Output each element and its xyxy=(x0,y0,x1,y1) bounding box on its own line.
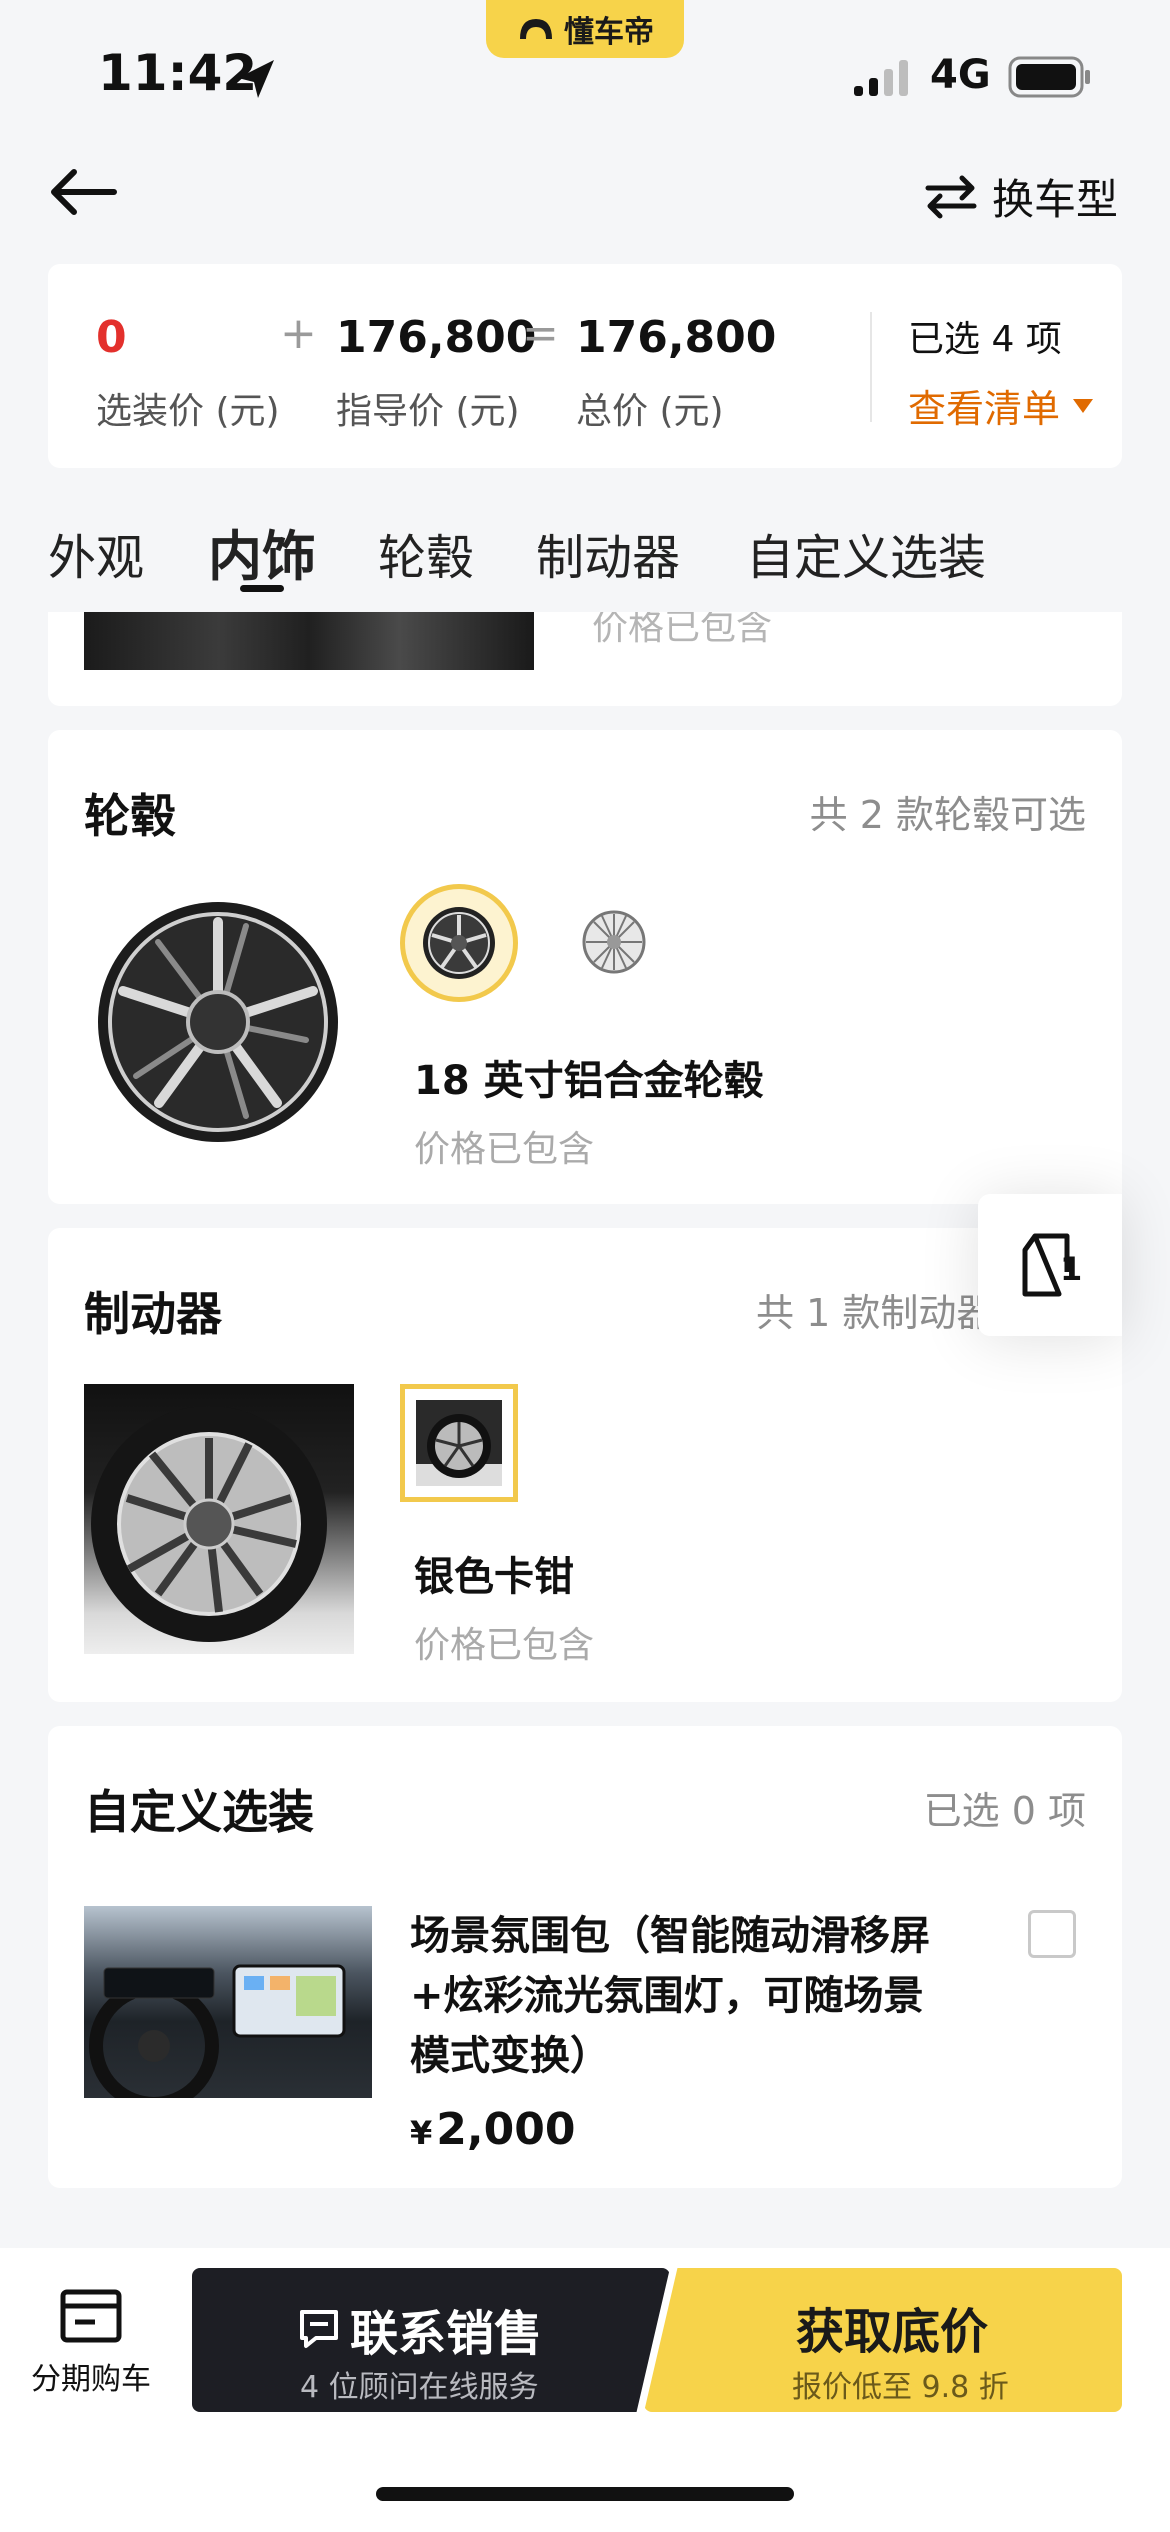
currency-symbol: ¥ xyxy=(410,2114,433,2152)
location-arrow-icon xyxy=(238,60,274,98)
floating-compare-button[interactable]: 1 xyxy=(978,1194,1122,1336)
custom-item-price-value: 2,000 xyxy=(436,2104,576,2155)
brand-pill: 懂车帝 xyxy=(486,0,684,58)
custom-item-price: ¥ 2,000 xyxy=(410,2104,575,2155)
custom-item-name: 场景氛围包（智能随动滑移屏 +炫彩流光氛围灯，可随场景 模式变换） xyxy=(410,1906,1030,2086)
total-price-label: 总价 (元) xyxy=(576,391,724,432)
quote-subtitle: 报价低至 9.8 折 xyxy=(792,2370,1009,2405)
installment-button[interactable]: 分期购车 xyxy=(26,2288,156,2398)
tab-custom-options[interactable]: 自定义选装 xyxy=(746,518,986,588)
view-list-button[interactable]: 查看清单 xyxy=(908,378,1094,433)
caret-down-icon xyxy=(1073,398,1094,413)
tab-exterior[interactable]: 外观 xyxy=(48,518,144,588)
custom-selected-count: 已选 0 项 xyxy=(923,1789,1086,1833)
network-type: 4G xyxy=(930,52,991,98)
wheel-selected-name: 18 英寸铝合金轮毂 xyxy=(414,1058,764,1104)
guide-price-value: 176,800 xyxy=(336,312,537,363)
brake-wheel-image xyxy=(91,1406,327,1642)
wheel-thumb-icon xyxy=(423,907,495,979)
tab-wheels[interactable]: 轮毂 xyxy=(378,518,474,588)
home-indicator xyxy=(376,2487,794,2501)
custom-title: 自定义选装 xyxy=(84,1785,314,1839)
brake-included-text: 价格已包含 xyxy=(414,1625,595,1666)
back-arrow-icon[interactable] xyxy=(48,166,120,218)
installment-icon xyxy=(60,2289,122,2343)
car-logo-icon xyxy=(520,19,552,39)
chat-icon xyxy=(300,2310,338,2348)
quote-title: 获取底价 xyxy=(796,2304,989,2360)
switch-model-button[interactable]: 换车型 xyxy=(924,166,1118,227)
price-summary-card: 0 选装价 (元) + 176,800 指导价 (元) = 176,800 总价… xyxy=(48,264,1122,468)
active-tab-indicator xyxy=(240,585,284,592)
option-price-value: 0 xyxy=(96,312,127,363)
option-price-label: 选装价 (元) xyxy=(96,391,280,432)
custom-item-name-line1: 场景氛围包（智能随动滑移屏 xyxy=(410,1913,930,1959)
brakes-title: 制动器 xyxy=(84,1287,222,1341)
tab-brakes[interactable]: 制动器 xyxy=(536,518,680,588)
wheel-option-2[interactable] xyxy=(578,906,650,978)
compare-count-badge: 1 xyxy=(1060,1250,1083,1288)
interior-included-text: 价格已包含 xyxy=(592,612,773,648)
custom-item-name-line3: 模式变换） xyxy=(410,2033,610,2079)
brake-preview-image xyxy=(84,1384,354,1654)
custom-item-checkbox[interactable] xyxy=(1028,1910,1076,1958)
signal-icon xyxy=(854,60,908,96)
brake-selected-name: 银色卡钳 xyxy=(414,1554,574,1600)
total-price-value: 176,800 xyxy=(576,312,777,363)
custom-item-name-line2: +炫彩流光氛围灯，可随场景 xyxy=(410,1973,924,2019)
get-lowest-price-button[interactable]: 获取底价 报价低至 9.8 折 xyxy=(644,2268,1122,2412)
guide-price-label: 指导价 (元) xyxy=(336,391,520,432)
switch-model-label: 换车型 xyxy=(992,175,1119,224)
equals-sign: = xyxy=(522,308,559,359)
wheel-preview-image xyxy=(98,902,338,1142)
wheels-title: 轮毂 xyxy=(84,789,176,843)
wheels-count: 共 2 款轮毂可选 xyxy=(809,793,1086,837)
brakes-card: 制动器 共 1 款制动器 银色卡钳 价格已包含 xyxy=(48,1228,1122,1702)
interior-card-partial: 价格已包含 xyxy=(48,612,1122,706)
dashboard-image xyxy=(89,1964,346,2098)
wheels-card: 轮毂 共 2 款轮毂可选 18 英寸铝合金轮毂 价格已包含 xyxy=(48,730,1122,1204)
brake-thumb-icon xyxy=(416,1400,502,1486)
custom-options-card: 自定义选装 已选 0 项 场景氛围包（智能随动滑移屏 +炫彩流光氛围灯，可随场景… xyxy=(48,1726,1122,2188)
contact-title-row: 联系销售 xyxy=(296,2294,542,2364)
installment-label: 分期购车 xyxy=(31,2362,151,2397)
ambient-package-image xyxy=(84,1906,372,2098)
brake-option-selected[interactable] xyxy=(400,1384,518,1502)
contact-title: 联系销售 xyxy=(350,2306,543,2362)
wheel-thumb-2-icon xyxy=(582,910,646,974)
view-list-label: 查看清单 xyxy=(908,387,1061,431)
wheel-included-text: 价格已包含 xyxy=(414,1129,595,1170)
tab-interior[interactable]: 内饰 xyxy=(208,512,316,591)
brand-name: 懂车帝 xyxy=(564,15,654,50)
wheel-option-selected[interactable] xyxy=(400,884,518,1002)
contact-subtitle: 4 位顾问在线服务 xyxy=(300,2370,539,2405)
brakes-count: 共 1 款制动器 xyxy=(756,1291,995,1335)
contact-sales-button[interactable]: 联系销售 4 位顾问在线服务 xyxy=(192,2268,670,2412)
battery-icon xyxy=(1008,56,1090,98)
interior-seat-image xyxy=(84,612,534,670)
selected-count: 已选 4 项 xyxy=(908,319,1062,360)
swap-icon xyxy=(925,175,977,218)
plus-sign: + xyxy=(280,308,317,359)
divider xyxy=(870,312,872,422)
